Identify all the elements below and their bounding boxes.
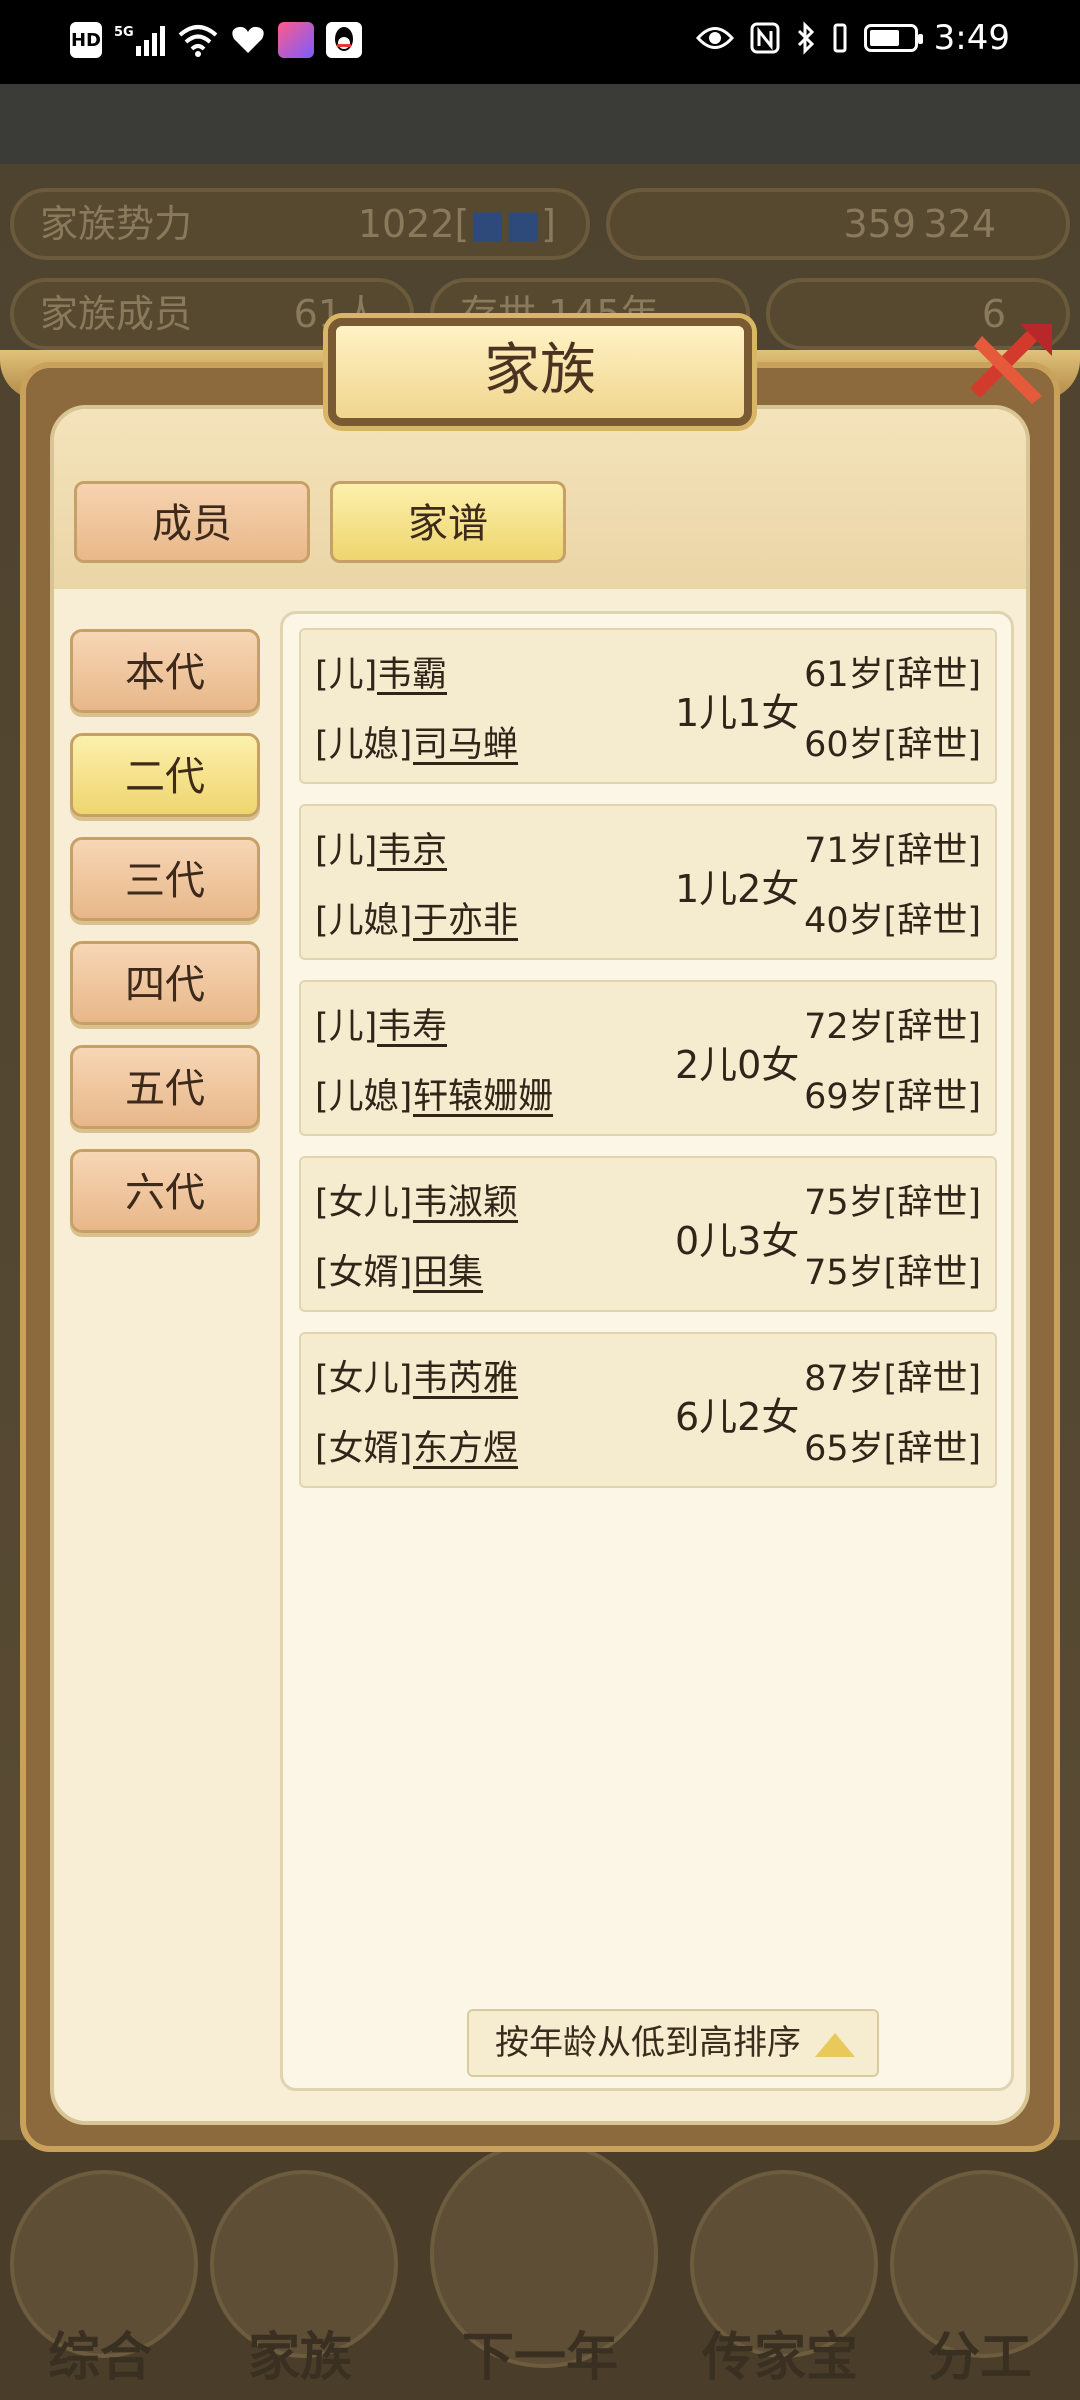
member-name[interactable]: 韦芮雅 [413, 1350, 518, 1401]
spouse-age: 40岁[辞世] [804, 901, 981, 941]
nav-family[interactable]: 家族 [200, 2170, 400, 2390]
children-count: 1儿1女 [675, 691, 800, 735]
sort-by-age-button[interactable]: 按年龄从低到高排序 [467, 2009, 879, 2077]
wifi-icon [178, 22, 218, 58]
spouse-role: [女婿] [315, 1253, 413, 1293]
family-row[interactable]: [儿] 韦寿 [儿媳] 轩辕姗姗 2儿0女 72岁[辞世] 69岁[辞世] [299, 980, 997, 1136]
signal-5g-icon: 5G [114, 22, 166, 58]
nfc-icon [750, 22, 780, 54]
children-count: 1儿2女 [675, 867, 800, 911]
member-role: [儿] [315, 1007, 378, 1047]
resource-value-2: 324 [923, 202, 996, 246]
member-role: [儿] [315, 655, 378, 695]
children-count: 0儿3女 [675, 1219, 800, 1263]
spouse-role: [儿媳] [315, 1077, 413, 1117]
generation-tab-5[interactable]: 五代 [70, 1045, 260, 1129]
member-name[interactable]: 韦霸 [377, 646, 447, 697]
nav-heirloom[interactable]: 传家宝 [680, 2170, 880, 2390]
nav-general[interactable]: 综合 [0, 2170, 200, 2390]
qq-icon [326, 22, 362, 58]
family-row[interactable]: [儿] 韦霸 [儿媳] 司马蝉 1儿1女 61岁[辞世] 60岁[辞世] [299, 628, 997, 784]
spouse-name[interactable]: 东方煜 [413, 1420, 518, 1471]
spouse-name[interactable]: 轩辕姗姗 [413, 1068, 553, 1119]
sort-label: 按年龄从低到高排序 [495, 2023, 801, 2063]
member-name[interactable]: 韦京 [377, 822, 447, 873]
family-row[interactable]: [女儿] 韦淑颖 [女婿] 田集 0儿3女 75岁[辞世] 75岁[辞世] [299, 1156, 997, 1312]
spouse-name[interactable]: 于亦非 [413, 892, 518, 943]
family-members-label: 家族成员 [40, 292, 193, 336]
member-name[interactable]: 韦寿 [377, 998, 447, 1049]
member-name[interactable]: 韦淑颖 [413, 1174, 518, 1225]
spouse-name[interactable]: 田集 [413, 1244, 483, 1295]
member-role: [女儿] [315, 1359, 413, 1399]
eye-icon [695, 27, 734, 49]
family-power-label: 家族势力 [40, 202, 193, 246]
member-role: [女儿] [315, 1183, 413, 1223]
generation-tab-6[interactable]: 六代 [70, 1149, 260, 1233]
children-count: 2儿0女 [675, 1043, 800, 1087]
status-right-icons: 3:49 [695, 18, 1010, 58]
bottom-nav: 综合 家族 下一年 传家宝 分工 [0, 2140, 1080, 2400]
family-power-bar: 家族势力 1022[■■] [10, 188, 590, 260]
tab-members[interactable]: 成员 [74, 481, 310, 563]
resources-bar: 359 324 [606, 188, 1070, 260]
genealogy-list: [儿] 韦霸 [儿媳] 司马蝉 1儿1女 61岁[辞世] 60岁[辞世] [儿]… [280, 611, 1014, 2091]
spouse-age: 65岁[辞世] [804, 1429, 981, 1469]
member-age: 71岁[辞世] [804, 831, 981, 871]
hd-icon: HD [70, 22, 102, 58]
family-row[interactable]: [女儿] 韦芮雅 [女婿] 东方煜 6儿2女 87岁[辞世] 65岁[辞世] [299, 1332, 997, 1488]
spouse-role: [儿媳] [315, 901, 413, 941]
resource-value-1: 359 [843, 202, 916, 246]
app-icon [278, 22, 314, 58]
spouse-age: 69岁[辞世] [804, 1077, 981, 1117]
spouse-name[interactable]: 司马蝉 [413, 716, 518, 767]
generation-tab-4[interactable]: 四代 [70, 941, 260, 1025]
spouse-role: [儿媳] [315, 725, 413, 765]
tab-genealogy[interactable]: 家谱 [330, 481, 566, 563]
family-power-value: 1022[■■] [357, 202, 556, 246]
member-age: 75岁[辞世] [804, 1183, 981, 1223]
status-left-icons: HD 5G [70, 22, 362, 58]
battery-level [869, 30, 899, 46]
family-row[interactable]: [儿] 韦京 [儿媳] 于亦非 1儿2女 71岁[辞世] 40岁[辞世] [299, 804, 997, 960]
tab-strip: 成员 家谱 [54, 409, 1026, 589]
svg-text:5G: 5G [114, 25, 134, 40]
generation-tab-2[interactable]: 二代 [70, 733, 260, 817]
member-age: 61岁[辞世] [804, 655, 981, 695]
close-icon[interactable] [960, 318, 1056, 414]
generation-tab-3[interactable]: 三代 [70, 837, 260, 921]
spouse-age: 75岁[辞世] [804, 1253, 981, 1293]
heart-icon [230, 22, 266, 58]
status-bar: HD 5G 3:49 [0, 0, 1080, 84]
clock: 3:49 [933, 18, 1010, 58]
generation-tab-current[interactable]: 本代 [70, 629, 260, 713]
sort-ascending-icon [815, 2033, 855, 2057]
vibrate-icon [833, 23, 847, 53]
bluetooth-icon [797, 21, 814, 55]
member-age: 72岁[辞世] [804, 1007, 981, 1047]
spouse-role: [女婿] [315, 1429, 413, 1469]
spouse-age: 60岁[辞世] [804, 725, 981, 765]
battery-icon [863, 24, 923, 52]
nav-next-year[interactable]: 下一年 [420, 2140, 660, 2390]
family-dialog: 成员 家谱 本代 二代 三代 四代 五代 六代 [儿] 韦霸 [儿媳] 司马蝉 … [50, 405, 1030, 2125]
children-count: 6儿2女 [675, 1395, 800, 1439]
member-role: [儿] [315, 831, 378, 871]
member-age: 87岁[辞世] [804, 1359, 981, 1399]
dialog-title: 家族 [328, 318, 752, 426]
nav-division[interactable]: 分工 [880, 2170, 1080, 2390]
